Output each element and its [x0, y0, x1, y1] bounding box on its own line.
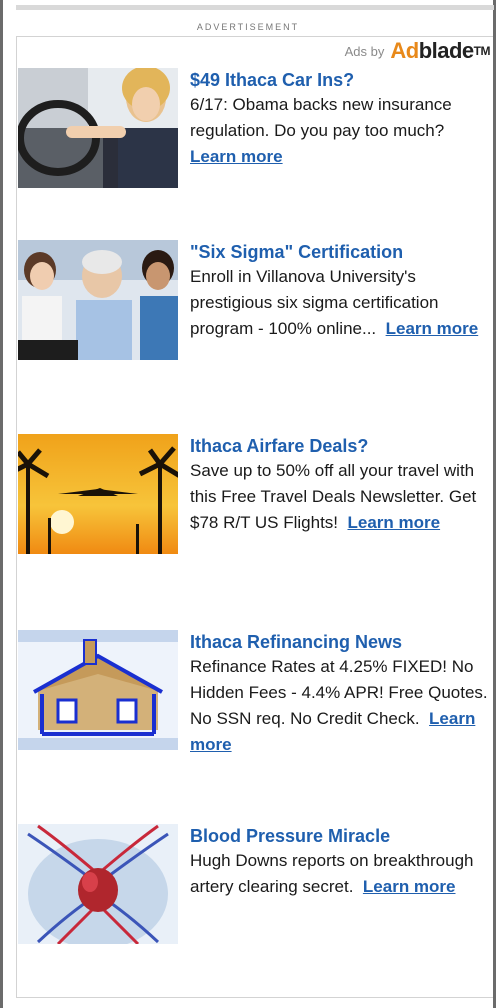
log-house-image[interactable]	[18, 630, 178, 750]
ad-description: Hugh Downs reports on breakthrough arter…	[190, 848, 490, 900]
learn-more-link[interactable]: Learn more	[363, 877, 456, 896]
ad-description: Enroll in Villanova University's prestig…	[190, 264, 490, 342]
advertisement-label: ADVERTISEMENT	[196, 22, 300, 32]
learn-more-link[interactable]: Learn more	[347, 513, 440, 532]
ad-item: "Six Sigma" Certification Enroll in Vill…	[18, 240, 494, 370]
woman-driving-car-image[interactable]	[18, 68, 178, 188]
learn-more-link[interactable]: Learn more	[190, 147, 283, 166]
learn-more-link[interactable]: Learn more	[386, 319, 479, 338]
ad-item: $49 Ithaca Car Ins? 6/17: Obama backs ne…	[18, 68, 494, 198]
logo-tm: TM	[473, 44, 491, 58]
ads-by-text: Ads by	[344, 43, 385, 59]
people-meeting-image[interactable]	[18, 240, 178, 360]
ad-description: Save up to 50% off all your travel with …	[190, 458, 490, 536]
logo-part-ad: Ad	[390, 38, 419, 63]
ad-description: 6/17: Obama backs new insurance regulati…	[190, 92, 490, 170]
ad-title-link[interactable]: $49 Ithaca Car Ins?	[190, 68, 490, 92]
ad-title-link[interactable]: Ithaca Airfare Deals?	[190, 434, 490, 458]
ad-item: Blood Pressure Miracle Hugh Downs report…	[18, 824, 494, 954]
frame-left-border	[0, 0, 3, 1008]
ad-item: Ithaca Airfare Deals? Save up to 50% off…	[18, 434, 494, 564]
ads-by-attribution[interactable]: Ads by AdbladeTM	[344, 40, 491, 62]
ad-description: Refinance Rates at 4.25% FIXED! No Hidde…	[190, 654, 490, 758]
adblade-logo[interactable]: AdbladeTM	[390, 40, 490, 62]
heart-arteries-image[interactable]	[18, 824, 178, 944]
ad-title-link[interactable]: Ithaca Refinancing News	[190, 630, 490, 654]
ad-item: Ithaca Refinancing News Refinance Rates …	[18, 630, 494, 760]
ad-description-text: 6/17: Obama backs new insurance regulati…	[190, 95, 452, 140]
top-divider	[16, 5, 494, 10]
ad-title-link[interactable]: Blood Pressure Miracle	[190, 824, 490, 848]
ad-title-link[interactable]: "Six Sigma" Certification	[190, 240, 490, 264]
airplane-sunset-image[interactable]	[18, 434, 178, 554]
logo-part-blade: blade	[418, 38, 474, 63]
